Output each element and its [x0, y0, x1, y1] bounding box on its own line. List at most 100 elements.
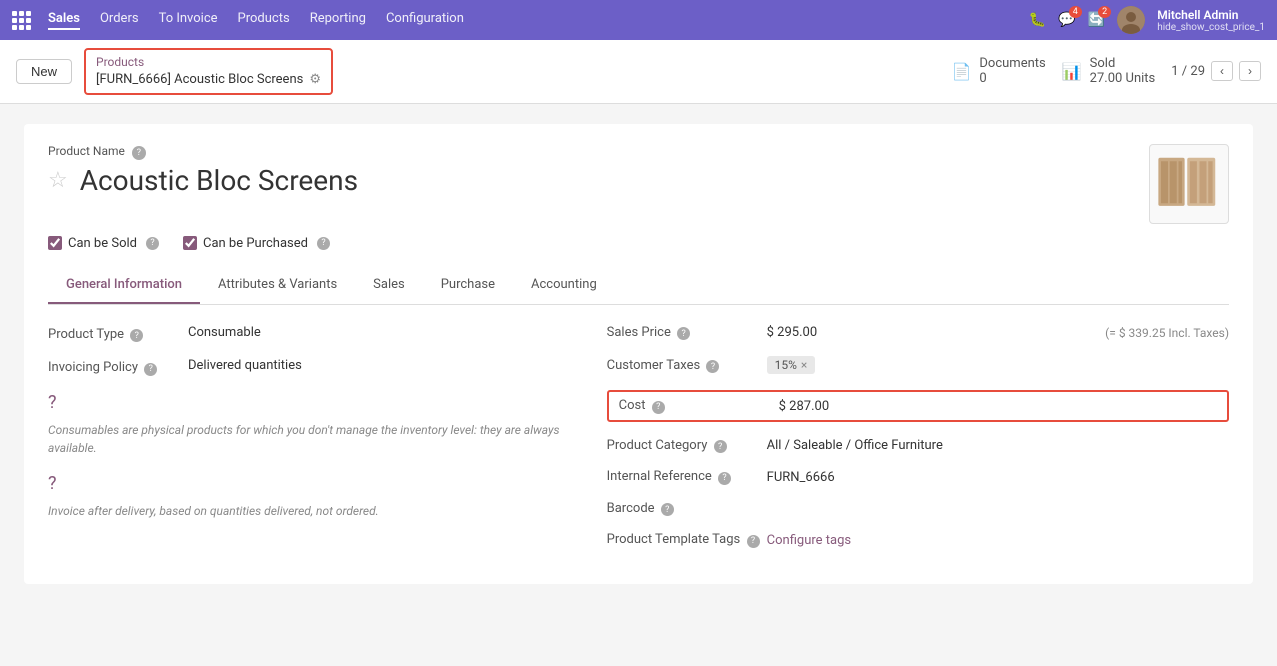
product-type-row: Product Type ? Consumable: [48, 325, 567, 343]
barcode-help[interactable]: ?: [661, 503, 674, 516]
product-tags-label: Product Template Tags ?: [607, 532, 767, 548]
breadcrumb-parent[interactable]: Products: [96, 54, 321, 71]
can-be-purchased-help[interactable]: ?: [317, 237, 330, 250]
main-menu: Sales Orders To Invoice Products Reporti…: [48, 11, 1029, 30]
user-sub: hide_show_cost_price_1: [1157, 22, 1265, 33]
invoicing-policy-row: Invoicing Policy ? Delivered quantities: [48, 358, 567, 376]
product-tags-value: Configure tags: [767, 533, 1229, 548]
can-be-purchased-label: Can be Purchased: [203, 236, 308, 251]
sales-price-label: Sales Price ?: [607, 325, 767, 341]
remove-tax-button[interactable]: ×: [801, 358, 807, 372]
sold-value: 27.00 Units: [1090, 71, 1156, 86]
product-tags-help[interactable]: ?: [747, 535, 760, 548]
menu-sales[interactable]: Sales: [48, 11, 80, 30]
app-grid-icon[interactable]: [12, 11, 32, 30]
invoicing-policy-help[interactable]: ?: [144, 363, 157, 376]
cost-label: Cost ?: [619, 398, 779, 414]
customer-taxes-help[interactable]: ?: [706, 360, 719, 373]
product-name-help[interactable]: ?: [132, 146, 146, 160]
help-question-1[interactable]: ?: [48, 392, 567, 413]
internal-reference-help[interactable]: ?: [718, 472, 731, 485]
documents-stat[interactable]: 📄 Documents 0: [951, 56, 1045, 86]
internal-reference-label: Internal Reference ?: [607, 469, 767, 485]
can-be-purchased-checkbox[interactable]: Can be Purchased ?: [183, 236, 330, 251]
product-title-row: ☆ Acoustic Bloc Screens: [48, 164, 1149, 197]
chat-icon[interactable]: 💬 4: [1058, 12, 1075, 28]
help-text-1: Consumables are physical products for wh…: [48, 421, 567, 457]
product-checkboxes: Can be Sold ? Can be Purchased ?: [48, 236, 1229, 251]
cost-row: Cost ? $ 287.00: [607, 390, 1229, 422]
tab-sales[interactable]: Sales: [355, 267, 423, 304]
product-name-label: Product Name ?: [48, 144, 1149, 160]
chat-badge: 4: [1069, 6, 1082, 18]
activities-icon[interactable]: 🔄 2: [1088, 12, 1105, 28]
settings-icon[interactable]: ⚙: [309, 71, 321, 89]
can-be-sold-help[interactable]: ?: [146, 237, 159, 250]
left-column: Product Type ? Consumable Invoicing Poli…: [48, 325, 567, 564]
customer-taxes-label: Customer Taxes ?: [607, 358, 767, 374]
user-info: Mitchell Admin hide_show_cost_price_1: [1157, 8, 1265, 33]
customer-taxes-value: 15% ×: [767, 356, 1229, 374]
cost-value: $ 287.00: [779, 399, 830, 414]
document-icon: 📄: [951, 62, 971, 81]
product-header: Product Name ? ☆ Acoustic Bloc Screens: [48, 144, 1229, 251]
user-name: Mitchell Admin: [1157, 8, 1265, 22]
product-category-value: All / Saleable / Office Furniture: [767, 438, 1229, 453]
barcode-row: Barcode ?: [607, 501, 1229, 517]
help-question-2[interactable]: ?: [48, 473, 567, 494]
cost-help[interactable]: ?: [652, 401, 665, 414]
product-image[interactable]: [1149, 144, 1229, 224]
barcode-label: Barcode ?: [607, 501, 767, 517]
sales-price-row: Sales Price ? $ 295.00 (= $ 339.25 Incl.…: [607, 325, 1229, 341]
right-column: Sales Price ? $ 295.00 (= $ 339.25 Incl.…: [607, 325, 1229, 564]
invoicing-policy-label: Invoicing Policy ?: [48, 358, 188, 376]
help-text-2: Invoice after delivery, based on quantit…: [48, 502, 567, 520]
menu-configuration[interactable]: Configuration: [386, 11, 464, 30]
pagination-text: 1 / 29: [1171, 64, 1205, 79]
product-type-label: Product Type ?: [48, 325, 188, 343]
invoicing-policy-value: Delivered quantities: [188, 358, 302, 373]
next-page-button[interactable]: ›: [1239, 61, 1261, 81]
tax-badge: 15% ×: [767, 356, 816, 374]
sold-label: Sold: [1090, 56, 1156, 71]
product-form: Product Name ? ☆ Acoustic Bloc Screens: [24, 124, 1253, 584]
sales-price-value: $ 295.00: [767, 325, 1090, 340]
menu-to-invoice[interactable]: To Invoice: [159, 11, 218, 30]
sold-stat[interactable]: 📊 Sold 27.00 Units: [1062, 56, 1156, 86]
product-category-help[interactable]: ?: [714, 440, 727, 453]
bug-icon[interactable]: 🐛: [1029, 12, 1046, 28]
breadcrumb: Products [FURN_6666] Acoustic Bloc Scree…: [84, 48, 333, 95]
chart-icon: 📊: [1062, 62, 1082, 81]
can-be-sold-checkbox[interactable]: Can be Sold ?: [48, 236, 159, 251]
tab-general-information[interactable]: General Information: [48, 267, 200, 304]
favorite-star-icon[interactable]: ☆: [48, 168, 68, 193]
product-type-help[interactable]: ?: [130, 329, 143, 342]
subheader: New Products [FURN_6666] Acoustic Bloc S…: [0, 40, 1277, 104]
top-navigation: Sales Orders To Invoice Products Reporti…: [0, 0, 1277, 40]
product-tabs: General Information Attributes & Variant…: [48, 267, 1229, 305]
menu-products[interactable]: Products: [238, 11, 290, 30]
customer-taxes-row: Customer Taxes ? 15% ×: [607, 356, 1229, 374]
configure-tags-link[interactable]: Configure tags: [767, 533, 851, 548]
sales-price-help[interactable]: ?: [677, 327, 690, 340]
tab-attributes-variants[interactable]: Attributes & Variants: [200, 267, 355, 304]
can-be-sold-input[interactable]: [48, 236, 62, 250]
tab-purchase[interactable]: Purchase: [423, 267, 513, 304]
sales-price-incl: (= $ 339.25 Incl. Taxes): [1105, 326, 1229, 340]
menu-orders[interactable]: Orders: [100, 11, 139, 30]
product-type-value: Consumable: [188, 325, 261, 340]
product-title: Acoustic Bloc Screens: [80, 164, 358, 197]
internal-reference-value: FURN_6666: [767, 470, 1229, 485]
tab-accounting[interactable]: Accounting: [513, 267, 615, 304]
menu-reporting[interactable]: Reporting: [310, 11, 366, 30]
main-content: Product Name ? ☆ Acoustic Bloc Screens: [0, 104, 1277, 666]
prev-page-button[interactable]: ‹: [1211, 61, 1233, 81]
product-tags-row: Product Template Tags ? Configure tags: [607, 532, 1229, 548]
user-avatar[interactable]: [1117, 6, 1145, 34]
breadcrumb-current: [FURN_6666] Acoustic Bloc Screens: [96, 71, 303, 89]
documents-label: Documents: [979, 56, 1045, 71]
can-be-purchased-input[interactable]: [183, 236, 197, 250]
product-category-label: Product Category ?: [607, 438, 767, 454]
new-button[interactable]: New: [16, 59, 72, 84]
product-category-row: Product Category ? All / Saleable / Offi…: [607, 438, 1229, 454]
